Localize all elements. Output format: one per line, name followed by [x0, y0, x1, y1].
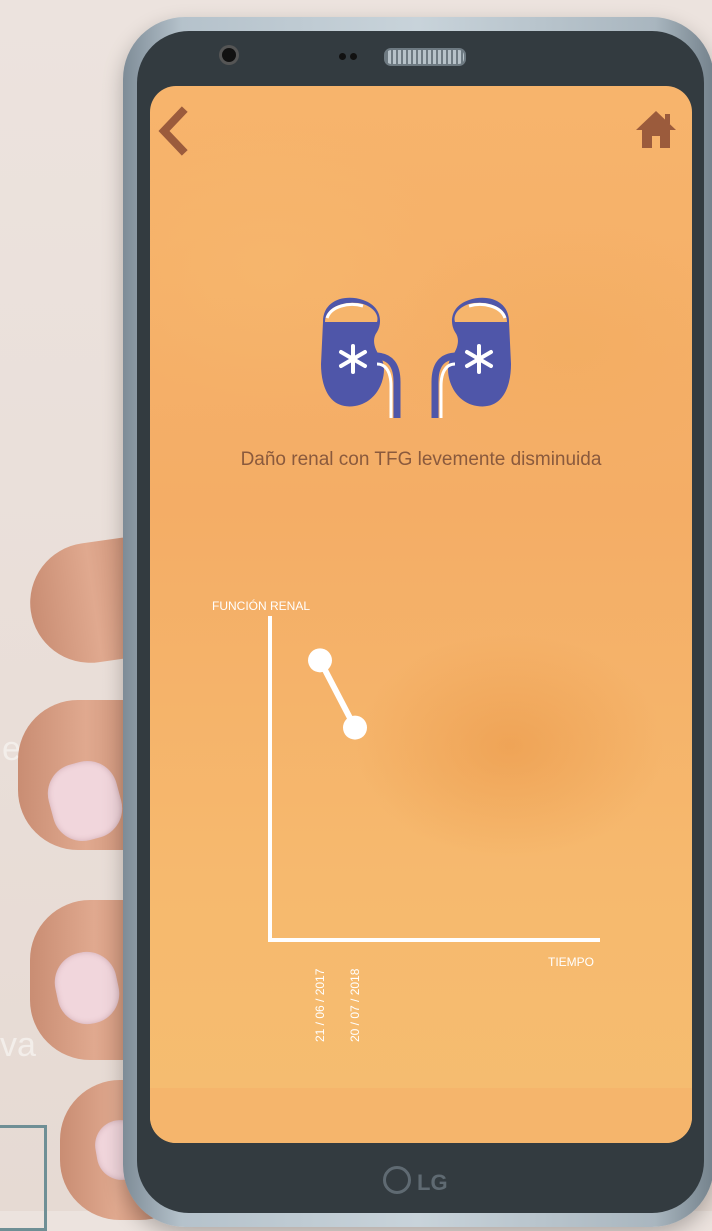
- earpiece-speaker: [384, 48, 466, 66]
- sensor-dot: [339, 53, 346, 60]
- y-axis-label: FUNCIÓN RENAL: [212, 598, 310, 613]
- bottom-bar: [150, 1088, 692, 1143]
- background-text-fragment: va: [0, 1026, 36, 1064]
- background-frame: [0, 1125, 47, 1231]
- sensor-dot: [350, 53, 357, 60]
- brand-logo: LG: [383, 1166, 448, 1196]
- lg-logo-icon: [383, 1166, 411, 1194]
- renal-function-chart: FUNCIÓN RENAL TIEMPO 21 / 06 / 2017 20 / 07…: [212, 598, 600, 1042]
- front-camera: [222, 48, 236, 62]
- data-point: [308, 648, 332, 673]
- app-screen: Daño renal con TFG levemente disminuida …: [150, 86, 692, 1143]
- x-tick-label: 21 / 06 / 2017: [313, 968, 327, 1042]
- data-point: [343, 715, 367, 740]
- x-axis-label: TIEMPO: [548, 955, 594, 969]
- brand-label: LG: [417, 1170, 448, 1195]
- x-tick-label: 20 / 07 / 2018: [348, 968, 362, 1042]
